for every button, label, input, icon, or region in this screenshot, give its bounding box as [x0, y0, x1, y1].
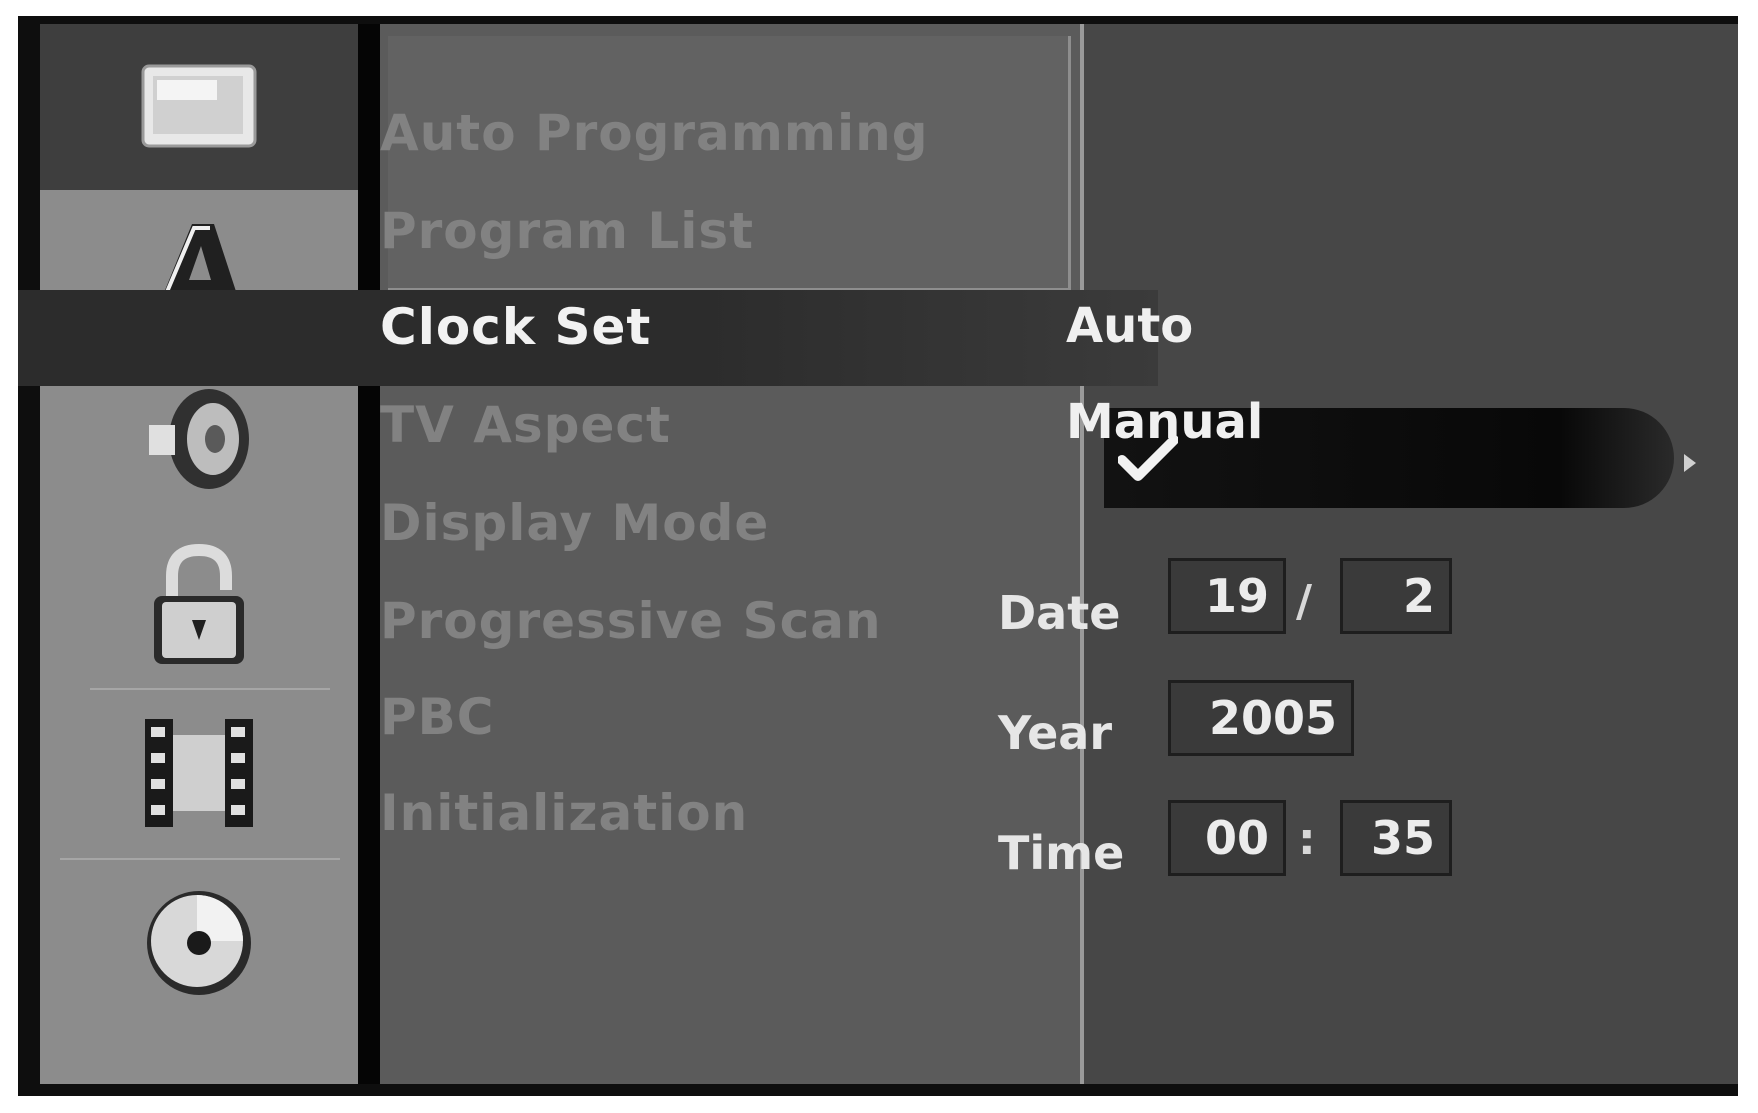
year-label: Year — [998, 706, 1113, 760]
menu-item-initialization[interactable]: Initialization — [380, 784, 748, 842]
tv-screen-icon — [141, 64, 257, 148]
date-day-field[interactable]: 19 — [1168, 558, 1286, 634]
menu-item-program-list[interactable]: Program List — [380, 202, 754, 260]
sidebar-item-general[interactable] — [40, 24, 358, 190]
sidebar-item-recording[interactable] — [40, 690, 358, 856]
menu-item-pbc[interactable]: PBC — [380, 688, 494, 746]
setup-menu-screen: Auto Programming Program List Clock Set … — [18, 16, 1738, 1096]
menu-item-progressive-scan[interactable]: Progressive Scan — [380, 592, 882, 650]
speaker-icon — [149, 389, 249, 489]
disc-icon — [147, 891, 251, 995]
arrow-right-icon — [1684, 454, 1696, 472]
date-month-field[interactable]: 2 — [1340, 558, 1452, 634]
setup-menu-list — [380, 24, 1082, 1084]
sidebar-separator — [358, 24, 380, 1084]
time-label: Time — [998, 826, 1125, 880]
date-separator: / — [1296, 576, 1313, 627]
film-icon — [145, 719, 253, 827]
option-manual[interactable]: Manual — [1066, 394, 1263, 450]
clock-set-options-panel — [1084, 24, 1738, 1084]
sidebar-item-lock[interactable] — [40, 522, 358, 688]
year-field[interactable]: 2005 — [1168, 680, 1354, 756]
date-label: Date — [998, 586, 1121, 640]
time-minute-field[interactable]: 35 — [1340, 800, 1452, 876]
time-separator: : — [1298, 814, 1316, 865]
padlock-icon — [154, 543, 244, 664]
menu-item-tv-aspect[interactable]: TV Aspect — [380, 396, 671, 454]
time-hour-field[interactable]: 00 — [1168, 800, 1286, 876]
category-sidebar — [40, 24, 358, 1084]
option-auto[interactable]: Auto — [1066, 298, 1193, 354]
menu-item-auto-programming[interactable]: Auto Programming — [380, 104, 929, 162]
menu-item-clock-set[interactable]: Clock Set — [380, 298, 651, 356]
menu-item-display-mode[interactable]: Display Mode — [380, 494, 769, 552]
sidebar-item-disc[interactable] — [40, 860, 358, 1026]
